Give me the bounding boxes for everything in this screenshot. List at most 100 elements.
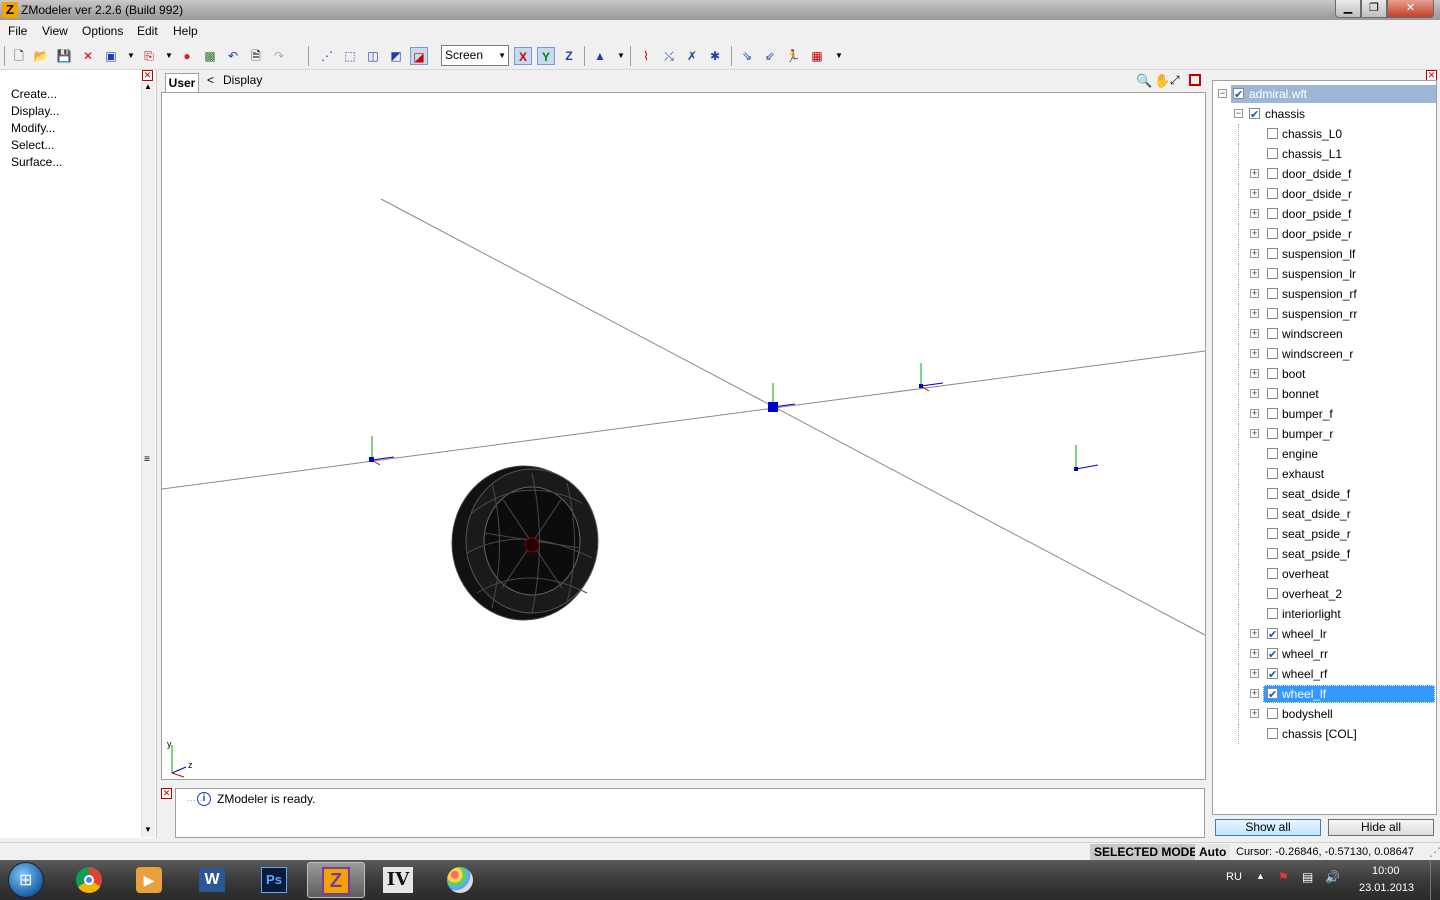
visibility-checkbox[interactable] bbox=[1267, 148, 1278, 159]
move-icon[interactable]: ⤯ bbox=[660, 47, 678, 65]
visibility-checkbox[interactable] bbox=[1267, 408, 1278, 419]
menu-options[interactable]: Options bbox=[82, 24, 123, 38]
expand-icon[interactable]: + bbox=[1250, 229, 1259, 238]
show-hidden-icons-icon[interactable]: ▲ bbox=[1256, 871, 1265, 881]
figure-icon[interactable]: 🏃 bbox=[784, 47, 802, 65]
action-center-icon[interactable]: ⚑ bbox=[1278, 870, 1289, 884]
redo-icon[interactable]: ↷ bbox=[270, 47, 288, 65]
breadcrumb-back[interactable]: < bbox=[207, 73, 214, 87]
visibility-checkbox[interactable] bbox=[1267, 708, 1278, 719]
scroll-down-icon[interactable]: ▼ bbox=[144, 825, 152, 834]
taskbar-zmodeler[interactable]: Z bbox=[307, 862, 365, 898]
vertex-mode-icon[interactable]: ⋰ bbox=[318, 47, 336, 65]
tree-item[interactable]: + wheel_rf bbox=[1215, 664, 1435, 685]
expand-icon[interactable]: + bbox=[1250, 289, 1259, 298]
taskbar-paint[interactable] bbox=[431, 862, 489, 898]
visibility-checkbox[interactable] bbox=[1267, 488, 1278, 499]
taskbar-gta-iv[interactable]: IV bbox=[369, 862, 427, 898]
maximize-button[interactable]: ❐ bbox=[1361, 0, 1387, 18]
root-checkbox[interactable] bbox=[1233, 85, 1244, 105]
command-select[interactable]: Select... bbox=[11, 138, 54, 152]
taskbar-chrome[interactable] bbox=[60, 862, 118, 898]
object-mode-icon[interactable]: ◩ bbox=[387, 47, 405, 65]
visibility-checkbox[interactable] bbox=[1267, 568, 1278, 579]
resize-grip-icon[interactable]: ⋰ bbox=[1425, 844, 1440, 860]
tree-item[interactable]: + bodyshell bbox=[1215, 704, 1435, 724]
expand-icon[interactable]: + bbox=[1250, 629, 1259, 638]
visibility-checkbox[interactable] bbox=[1267, 728, 1278, 739]
collapse-icon[interactable]: − bbox=[1234, 109, 1243, 118]
notes-icon[interactable]: 🗎 bbox=[247, 47, 265, 65]
expand-icon[interactable]: + bbox=[1250, 649, 1259, 658]
hide-all-button[interactable]: Hide all bbox=[1328, 819, 1434, 836]
tree-root[interactable]: − admiral.wft bbox=[1215, 84, 1436, 105]
render-icon[interactable]: ▦ bbox=[808, 47, 826, 65]
import-icon[interactable]: ▣ bbox=[102, 47, 120, 65]
link-icon[interactable]: ⇘ bbox=[738, 47, 756, 65]
tree-item[interactable]: overheat bbox=[1215, 564, 1435, 584]
start-button[interactable]: ⊞ bbox=[8, 862, 44, 898]
scroll-up-icon[interactable]: ▲ bbox=[144, 82, 152, 91]
visibility-checkbox[interactable] bbox=[1267, 685, 1278, 705]
visibility-checkbox[interactable] bbox=[1267, 548, 1278, 559]
tree-item[interactable]: chassis_L0 bbox=[1215, 124, 1435, 144]
tree-item[interactable]: + windscreen bbox=[1215, 324, 1435, 344]
visibility-checkbox[interactable] bbox=[1267, 428, 1278, 439]
taskbar-photoshop[interactable]: Ps bbox=[245, 862, 303, 898]
tree-item[interactable]: exhaust bbox=[1215, 464, 1435, 484]
volume-icon[interactable]: 🔊 bbox=[1325, 870, 1340, 884]
clock-time[interactable]: 10:00 bbox=[1372, 865, 1400, 877]
record-icon[interactable]: ● bbox=[178, 47, 196, 65]
expand-icon[interactable]: + bbox=[1250, 189, 1259, 198]
tree-item[interactable]: + wheel_rr bbox=[1215, 644, 1435, 665]
scale-icon[interactable]: ✱ bbox=[706, 47, 724, 65]
tree-item[interactable]: + suspension_rr bbox=[1215, 304, 1435, 324]
tree-item[interactable]: chassis_L1 bbox=[1215, 144, 1435, 164]
visibility-checkbox[interactable] bbox=[1267, 665, 1278, 685]
visibility-checkbox[interactable] bbox=[1267, 508, 1278, 519]
zoom-icon[interactable]: 🔍 bbox=[1136, 73, 1152, 89]
menu-view[interactable]: View bbox=[42, 24, 68, 38]
visibility-checkbox[interactable] bbox=[1267, 208, 1278, 219]
show-all-button[interactable]: Show all bbox=[1215, 819, 1321, 836]
visibility-checkbox[interactable] bbox=[1267, 528, 1278, 539]
settings-icon[interactable]: ▩ bbox=[201, 47, 219, 65]
visibility-checkbox[interactable] bbox=[1267, 248, 1278, 259]
language-indicator[interactable]: RU bbox=[1226, 871, 1242, 883]
new-file-icon[interactable]: 🗋 bbox=[10, 47, 28, 65]
visibility-checkbox[interactable] bbox=[1267, 308, 1278, 319]
command-modify[interactable]: Modify... bbox=[11, 121, 55, 135]
taskbar-media-player[interactable]: ▶ bbox=[120, 862, 178, 898]
pivot-icon[interactable]: ▲ bbox=[591, 47, 609, 65]
expand-icon[interactable]: + bbox=[1250, 309, 1259, 318]
menu-file[interactable]: File bbox=[8, 24, 27, 38]
render-dropdown-icon[interactable]: ▼ bbox=[830, 47, 848, 65]
export-dropdown-icon[interactable]: ▼ bbox=[160, 47, 178, 65]
tree-item[interactable]: + suspension_lf bbox=[1215, 244, 1435, 264]
minimize-button[interactable]: ▁ bbox=[1335, 0, 1361, 18]
object-tree[interactable]: − admiral.wft − chassis chassis_L0chassi… bbox=[1212, 80, 1437, 815]
visibility-checkbox[interactable] bbox=[1267, 328, 1278, 339]
expand-icon[interactable]: + bbox=[1250, 369, 1259, 378]
expand-icon[interactable]: + bbox=[1250, 429, 1259, 438]
maximize-viewport-icon[interactable]: ⤢ bbox=[1170, 73, 1180, 88]
visibility-checkbox[interactable] bbox=[1267, 625, 1278, 645]
visibility-checkbox[interactable] bbox=[1267, 268, 1278, 279]
expand-icon[interactable]: + bbox=[1250, 209, 1259, 218]
scrollbar[interactable]: ▲ ≡ ▼ bbox=[141, 82, 155, 837]
show-desktop-button[interactable] bbox=[1430, 860, 1440, 900]
rotate-icon[interactable]: ✗ bbox=[683, 47, 701, 65]
visibility-checkbox[interactable] bbox=[1267, 128, 1278, 139]
expand-icon[interactable]: + bbox=[1250, 349, 1259, 358]
visibility-checkbox[interactable] bbox=[1267, 288, 1278, 299]
tree-item[interactable]: seat_pside_r bbox=[1215, 524, 1435, 544]
visibility-checkbox[interactable] bbox=[1267, 188, 1278, 199]
tree-group[interactable]: − chassis bbox=[1215, 104, 1435, 125]
breadcrumb[interactable]: Display bbox=[223, 73, 262, 87]
tree-item[interactable]: seat_pside_f bbox=[1215, 544, 1435, 564]
undo-icon[interactable]: ↶ bbox=[224, 47, 242, 65]
close-button[interactable]: ✕ bbox=[1387, 0, 1434, 18]
tree-item[interactable]: + wheel_lf bbox=[1215, 684, 1435, 705]
tree-item[interactable]: overheat_2 bbox=[1215, 584, 1435, 604]
tree-item[interactable]: seat_dside_r bbox=[1215, 504, 1435, 524]
